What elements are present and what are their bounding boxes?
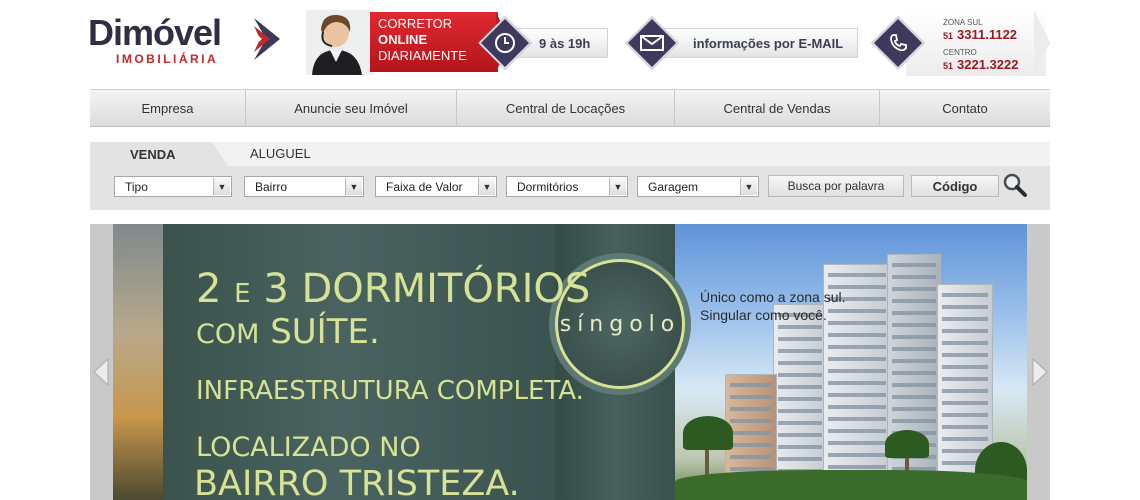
select-bairro-value: Bairro bbox=[255, 179, 288, 194]
phone-icon bbox=[878, 23, 918, 63]
nav-item-contato[interactable]: Contato bbox=[880, 90, 1050, 126]
code-search-button[interactable]: Código bbox=[911, 175, 999, 197]
centro-prefix: 51 bbox=[943, 61, 954, 71]
centro-phone[interactable]: 51 3221.3222 bbox=[943, 57, 1018, 72]
palm-tree bbox=[683, 416, 733, 450]
chevron-down-icon: ▼ bbox=[345, 178, 362, 195]
search-icon[interactable] bbox=[1002, 172, 1028, 198]
banner-slogan: Único como a zona sul. Singular como voc… bbox=[700, 288, 846, 324]
garden bbox=[675, 470, 1027, 500]
chevron-down-icon: ▼ bbox=[609, 178, 626, 195]
headline-line5: BAIRRO TRISTEZA. bbox=[194, 464, 520, 500]
headline-line3: INFRAESTRUTURA COMPLETA. bbox=[196, 376, 584, 406]
headline-line1-number-a: 2 bbox=[196, 266, 222, 312]
select-garagem[interactable]: Garagem ▼ bbox=[637, 176, 759, 197]
chevron-down-icon: ▼ bbox=[740, 178, 757, 195]
headline-line1: 2 E 3 DORMITÓRIOS bbox=[196, 266, 590, 312]
select-dormitorios-value: Dormitórios bbox=[517, 179, 579, 194]
zona-sul-prefix: 51 bbox=[943, 31, 954, 41]
hero-banner[interactable]: síngolo 2 E 3 DORMITÓRIOS COM SUÍTE. INF… bbox=[90, 224, 1050, 500]
zona-sul-phone[interactable]: 51 3311.1122 bbox=[943, 27, 1017, 42]
tab-venda-tip bbox=[212, 142, 228, 166]
chevron-left-icon[interactable] bbox=[92, 357, 110, 387]
logo-subtitle: IMOBILIÁRIA bbox=[116, 52, 219, 66]
clock-icon bbox=[485, 23, 525, 63]
centro-label: CENTRO bbox=[943, 48, 977, 57]
select-faixa-valor[interactable]: Faixa de Valor ▼ bbox=[375, 176, 497, 197]
nav-item-empresa[interactable]: Empresa bbox=[90, 90, 246, 126]
header-info-strip: CORRETOR ONLINE DIARIAMENTE 9 às 19h inf… bbox=[306, 10, 1050, 76]
nav-item-anuncie[interactable]: Anuncie seu Imóvel bbox=[246, 90, 457, 126]
banner-building-photo bbox=[675, 224, 1027, 500]
banner-sunset-image bbox=[113, 224, 163, 500]
select-tipo-value: Tipo bbox=[125, 179, 148, 194]
palm-tree bbox=[885, 430, 929, 458]
hours-text: 9 às 19h bbox=[539, 35, 591, 51]
headline-line1-connector: E bbox=[234, 279, 251, 309]
select-bairro[interactable]: Bairro ▼ bbox=[244, 176, 364, 197]
property-search: VENDA ALUGUEL Tipo ▼ Bairro ▼ Faixa de V… bbox=[90, 142, 1050, 210]
select-dormitorios[interactable]: Dormitórios ▼ bbox=[506, 176, 628, 197]
tab-venda[interactable]: VENDA bbox=[90, 142, 212, 166]
tab-aluguel[interactable]: ALUGUEL bbox=[250, 146, 311, 161]
nav-item-locacoes[interactable]: Central de Locações bbox=[457, 90, 675, 126]
banner-next-strip[interactable] bbox=[1027, 224, 1050, 500]
select-tipo[interactable]: Tipo ▼ bbox=[114, 176, 232, 197]
headline-line2: COM SUÍTE. bbox=[196, 312, 380, 352]
phone-panel-arrow bbox=[1034, 10, 1050, 76]
banner-slogan-line1: Único como a zona sul. bbox=[700, 289, 846, 305]
agent-photo bbox=[306, 10, 374, 75]
chevron-right-icon[interactable] bbox=[1031, 357, 1049, 387]
online-line3: DIARIAMENTE bbox=[378, 48, 467, 63]
headline-line4: LOCALIZADO NO bbox=[196, 432, 421, 463]
headline-line2-suite: SUÍTE. bbox=[270, 312, 380, 352]
headline-line2-prefix: COM bbox=[196, 319, 260, 350]
online-line1: CORRETOR bbox=[378, 16, 453, 31]
logo-wordmark: Dimóvel bbox=[88, 12, 222, 53]
banner-slogan-line2: Singular como você. bbox=[700, 307, 827, 323]
logo[interactable]: Dimóvel IMOBILIÁRIA bbox=[88, 12, 288, 72]
select-garagem-value: Garagem bbox=[648, 179, 699, 194]
chevron-down-icon: ▼ bbox=[213, 178, 230, 195]
centro-number: 3221.3222 bbox=[957, 57, 1019, 72]
select-faixa-valor-value: Faixa de Valor bbox=[386, 179, 463, 194]
zona-sul-label: ZONA SUL bbox=[943, 18, 983, 27]
zona-sul-number: 3311.1122 bbox=[957, 27, 1018, 42]
envelope-icon bbox=[632, 23, 672, 63]
logo-mark-icon bbox=[254, 18, 280, 60]
keyword-search-button[interactable]: Busca por palavra bbox=[768, 175, 904, 197]
main-nav: Empresa Anuncie seu Imóvel Central de Lo… bbox=[90, 89, 1050, 127]
banner-prev-strip[interactable] bbox=[90, 224, 113, 500]
brand-logo-text: síngolo bbox=[559, 311, 681, 337]
headline-line1-rest: 3 DORMITÓRIOS bbox=[263, 266, 591, 312]
chevron-down-icon: ▼ bbox=[478, 178, 495, 195]
nav-item-vendas[interactable]: Central de Vendas bbox=[675, 90, 880, 126]
building-tower bbox=[887, 254, 941, 500]
email-label: informações por E-MAIL bbox=[693, 35, 844, 51]
